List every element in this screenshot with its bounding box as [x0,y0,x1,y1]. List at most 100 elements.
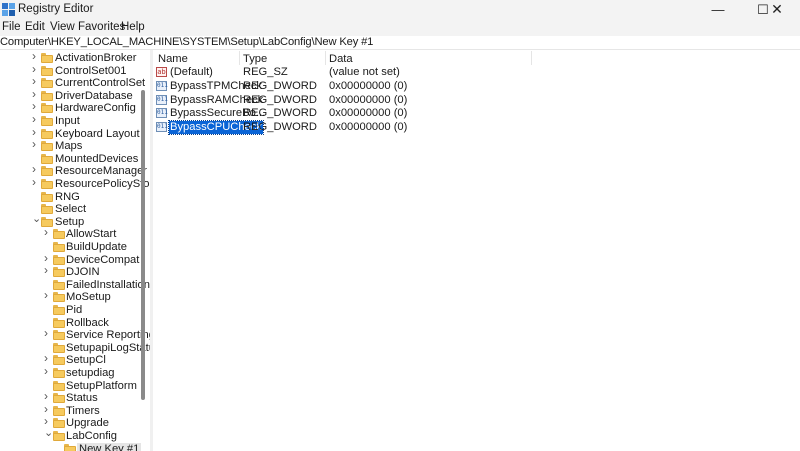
tree-item[interactable]: › ResourcePolicyStore [0,176,150,191]
chevron-right-icon[interactable]: › [44,264,51,276]
column-separator[interactable] [531,51,532,65]
chevron-right-icon[interactable]: › [32,138,39,150]
address-path[interactable]: Computer\HKEY_LOCAL_MACHINE\SYSTEM\Setup… [0,36,373,48]
folder-icon [41,103,53,114]
chevron-right-icon[interactable]: › [44,365,51,377]
column-header-name[interactable]: Name [158,53,188,65]
tree-item[interactable]: › Keyboard Layout [0,126,150,141]
tree-item[interactable]: Rollback [0,317,150,330]
chevron-right-icon[interactable]: › [32,100,39,112]
tree-item[interactable]: › DeviceCompat [0,252,150,267]
folder-icon [41,166,53,177]
value-row[interactable]: 011 BypassRAMCheck REG_DWORD 0x00000000 (0) [153,94,753,108]
column-header-data[interactable]: Data [329,53,353,65]
tree-item[interactable]: › MoSetup [0,289,150,304]
chevron-right-icon[interactable]: › [32,63,39,75]
tree-item-label: HardwareConfig [55,102,136,115]
folder-icon [53,267,65,278]
folder-icon [53,242,65,252]
tree-item[interactable]: New Key #1 [0,442,150,451]
tree-item[interactable]: › ResourceManager [0,163,150,178]
value-name[interactable]: (Default) [169,66,214,79]
tree-item[interactable]: › ActivationBroker [0,50,150,65]
tree-item[interactable]: ⌄ Setup [0,213,150,229]
chevron-right-icon[interactable]: › [32,176,39,188]
chevron-right-icon[interactable]: › [44,415,51,427]
tree-item[interactable]: RNG [0,191,150,204]
folder-icon [53,405,65,416]
chevron-right-icon[interactable]: › [32,113,39,125]
tree-scrollbar[interactable] [141,90,145,400]
value-type: REG_DWORD [243,79,317,92]
tree-item[interactable]: › Status [0,390,150,405]
address-bar[interactable]: Computer\HKEY_LOCAL_MACHINE\SYSTEM\Setup… [0,36,800,50]
tree-item[interactable]: Select [0,203,150,216]
folder-icon [53,292,65,303]
chevron-right-icon[interactable]: › [44,403,51,415]
value-row[interactable]: 011 BypassSecureBo... REG_DWORD 0x00000000 … [153,107,753,121]
column-header-type[interactable]: Type [243,53,267,65]
key-tree[interactable]: › ActivationBroker › ControlSet001 › CurrentC… [0,50,150,451]
chevron-right-icon[interactable]: › [32,88,39,100]
value-row[interactable]: 011 BypassTPMCheck REG_DWORD 0x00000000 (0) [153,80,753,94]
folder-icon [41,65,53,76]
tree-item[interactable]: › DriverDatabase [0,88,150,103]
tree-item-label: LabConfig [66,430,118,442]
tree-item[interactable]: › SetupCl [0,352,150,367]
tree-item-label: DeviceCompat [66,253,140,266]
tree-item[interactable]: BuildUpdate [0,241,150,254]
tree-item[interactable]: › Timers [0,403,150,418]
chevron-right-icon[interactable]: › [44,289,51,301]
tree-item[interactable]: › HardwareConfig [0,100,150,115]
value-type: REG_DWORD [243,121,317,134]
tree-item[interactable]: SetupPlatform [0,380,150,393]
tree-item[interactable]: › AllowStart [0,226,150,241]
chevron-right-icon[interactable]: › [44,226,51,238]
folder-icon [41,116,53,126]
value-type: REG_SZ [243,66,288,78]
chevron-right-icon[interactable]: › [32,163,39,175]
menu-favorites[interactable]: Favorites [78,21,125,33]
menu-file[interactable]: File [2,21,21,33]
tree-item[interactable]: › Service Reporting A [0,327,150,342]
chevron-right-icon[interactable]: › [44,352,51,364]
folder-icon [53,368,65,378]
tree-item[interactable]: › CurrentControlSet [0,75,150,90]
close-button[interactable]: ✕ [754,0,800,19]
menu-edit[interactable]: Edit [25,21,45,33]
tree-item[interactable]: ⌄ LabConfig [0,428,150,443]
tree-item[interactable]: › DJOIN [0,264,150,279]
column-separator[interactable] [325,51,326,65]
tree-item[interactable]: SetupapiLogStatus [0,342,150,355]
chevron-right-icon[interactable]: › [44,327,51,339]
minimize-button[interactable]: — [695,0,741,19]
chevron-right-icon[interactable]: › [32,50,39,62]
chevron-right-icon[interactable]: › [32,126,39,138]
chevron-right-icon[interactable]: › [44,252,51,264]
chevron-right-icon[interactable]: › [32,75,39,87]
binary-value-icon: 011 [156,122,168,133]
tree-item[interactable]: › ControlSet001 [0,63,150,78]
folder-icon [53,380,65,391]
tree-item[interactable]: › Maps [0,138,150,153]
chevron-right-icon[interactable]: › [44,390,51,402]
chevron-down-icon[interactable]: ⌄ [44,428,53,439]
tree-item[interactable]: MountedDevices [0,153,150,166]
values-list[interactable]: Name Type Data ab (Default) REG_SZ (value n… [153,50,800,451]
folder-icon [53,229,65,240]
tree-item[interactable]: › Upgrade [0,415,150,430]
value-row[interactable]: 011 BypassCPUCheck REG_DWORD 0x00000000 (0) [153,120,753,136]
menu-help[interactable]: Help [121,21,145,33]
value-data: 0x00000000 (0) [329,93,408,106]
tree-item[interactable]: Pid [0,304,150,317]
tree-item-label: SetupPlatform [66,379,137,392]
menu-view[interactable]: View [50,21,75,33]
tree-item[interactable]: › Input [0,113,150,128]
tree-item[interactable]: FailedInstallations [0,279,150,292]
folder-icon [53,342,65,353]
tree-item-label: New Key #1 [77,442,142,451]
tree-item[interactable]: › setupdiag [0,365,150,380]
chevron-down-icon[interactable]: ⌄ [32,213,41,224]
value-row[interactable]: ab (Default) REG_SZ (value not set) [153,66,753,80]
column-separator[interactable] [239,51,240,65]
